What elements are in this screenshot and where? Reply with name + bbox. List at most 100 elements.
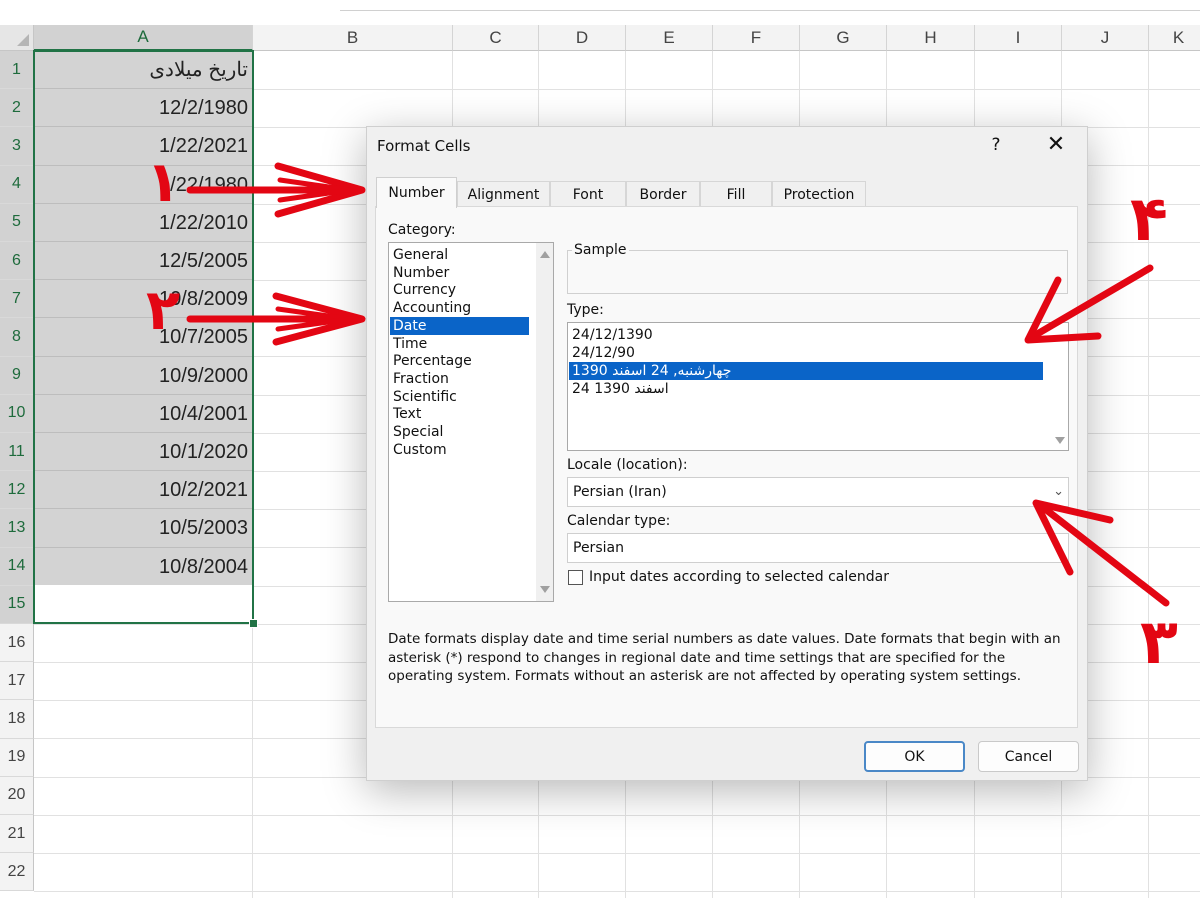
category-label: Category: [388, 222, 456, 238]
column-header-c[interactable]: C [453, 25, 539, 51]
gridline [34, 853, 1200, 854]
category-item-text[interactable]: Text [393, 405, 421, 423]
date-cell[interactable]: 10/9/2000 [34, 356, 252, 395]
help-button[interactable]: ? [989, 135, 1003, 155]
row-header-4[interactable]: 4 [0, 165, 34, 204]
ok-button[interactable]: OK [864, 741, 965, 772]
type-item[interactable]: 24/12/90 [572, 344, 635, 362]
select-all-icon [17, 34, 29, 46]
date-cell[interactable]: 10/4/2001 [34, 394, 252, 433]
category-item-currency[interactable]: Currency [393, 281, 456, 299]
chevron-down-icon[interactable]: ⌄ [1053, 534, 1064, 562]
date-cell[interactable]: 10/5/2003 [34, 509, 252, 548]
category-item-special[interactable]: Special [393, 423, 443, 441]
gridline [1148, 51, 1149, 898]
tab-protection[interactable]: Protection [772, 181, 866, 207]
type-item[interactable]: 24 اسفند 1390 [572, 380, 669, 398]
row-header-21[interactable]: 21 [0, 815, 34, 854]
date-cell[interactable]: 10/8/2009 [34, 280, 252, 319]
row-header-14[interactable]: 14 [0, 547, 34, 586]
category-item-date[interactable]: Date [390, 316, 529, 335]
row-header-9[interactable]: 9 [0, 356, 34, 395]
column-header-i[interactable]: I [975, 25, 1062, 51]
category-item-accounting[interactable]: Accounting [393, 299, 471, 317]
calendar-select[interactable]: Persian ⌄ [567, 533, 1069, 563]
scroll-down-icon[interactable] [1055, 437, 1065, 444]
column-header-e[interactable]: E [626, 25, 713, 51]
column-header-j[interactable]: J [1062, 25, 1149, 51]
row-header-15[interactable]: 15 [0, 585, 34, 624]
category-scrollbar[interactable] [536, 243, 553, 601]
column-header-a[interactable]: A [34, 25, 253, 51]
row-header-3[interactable]: 3 [0, 127, 34, 166]
date-cell[interactable]: 1/22/2010 [34, 203, 252, 242]
date-cell[interactable]: 12/5/2005 [34, 242, 252, 281]
category-item-scientific[interactable]: Scientific [393, 388, 457, 406]
locale-select[interactable]: Persian (Iran) ⌄ [567, 477, 1069, 507]
category-item-number[interactable]: Number [393, 264, 449, 282]
tab-font[interactable]: Font [550, 181, 626, 207]
date-cell[interactable]: 10/7/2005 [34, 318, 252, 357]
column-header-d[interactable]: D [539, 25, 626, 51]
scroll-up-icon[interactable] [540, 251, 550, 258]
row-header-18[interactable]: 18 [0, 700, 34, 739]
row-header-16[interactable]: 16 [0, 624, 34, 663]
category-item-percentage[interactable]: Percentage [393, 352, 472, 370]
row-header-10[interactable]: 10 [0, 394, 34, 433]
type-scrollbar[interactable] [1051, 323, 1068, 450]
category-item-general[interactable]: General [393, 246, 448, 264]
tab-border[interactable]: Border [626, 181, 700, 207]
date-cell[interactable]: 10/8/2004 [34, 547, 252, 586]
calendar-label: Calendar type: [567, 513, 671, 529]
tab-number[interactable]: Number [376, 177, 457, 208]
scroll-down-icon[interactable] [540, 586, 550, 593]
category-item-fraction[interactable]: Fraction [393, 370, 449, 388]
chevron-down-icon[interactable]: ⌄ [1053, 478, 1064, 506]
column-header-h[interactable]: H [887, 25, 975, 51]
row-header-1[interactable]: 1 [0, 51, 34, 90]
row-header-19[interactable]: 19 [0, 738, 34, 777]
input-dates-checkbox[interactable] [568, 570, 583, 585]
column-header-k[interactable]: K [1149, 25, 1200, 51]
tab-alignment[interactable]: Alignment [457, 181, 550, 207]
row-header-7[interactable]: 7 [0, 280, 34, 319]
tab-fill[interactable]: Fill [700, 181, 772, 207]
select-all-corner[interactable] [0, 25, 34, 51]
category-list[interactable]: General Number Currency Accounting Date Time P… [388, 242, 554, 602]
column-header-f[interactable]: F [713, 25, 800, 51]
formula-bar-edge [340, 0, 1200, 11]
row-header-5[interactable]: 5 [0, 203, 34, 242]
row-header-12[interactable]: 12 [0, 471, 34, 510]
cancel-button[interactable]: Cancel [978, 741, 1079, 772]
row-header-8[interactable]: 8 [0, 318, 34, 357]
category-item-custom[interactable]: Custom [393, 441, 447, 459]
close-button[interactable]: ✕ [1045, 132, 1067, 157]
type-item[interactable]: 24/12/1390 [572, 326, 653, 344]
fill-handle[interactable] [249, 619, 258, 628]
row-header-11[interactable]: 11 [0, 433, 34, 472]
category-item-time[interactable]: Time [393, 335, 427, 353]
row-header-17[interactable]: 17 [0, 662, 34, 701]
date-cell[interactable]: 1/22/2021 [34, 127, 252, 166]
date-cell[interactable]: 10/2/2021 [34, 471, 252, 510]
column-header-b[interactable]: B [253, 25, 453, 51]
gridline [34, 891, 1200, 893]
row-header-13[interactable]: 13 [0, 509, 34, 548]
type-label: Type: [567, 302, 604, 318]
row-header-6[interactable]: 6 [0, 242, 34, 281]
empty-cell-a15[interactable] [34, 585, 252, 624]
header-cell[interactable]: تاریخ میلادی [34, 51, 252, 90]
calendar-value: Persian [573, 540, 624, 556]
row-header-22[interactable]: 22 [0, 853, 34, 892]
type-item[interactable]: چهارشنبه, 24 اسفند 1390 [569, 362, 1043, 380]
type-list[interactable]: 24/12/1390 24/12/90 چهارشنبه, 24 اسفند 139… [567, 322, 1069, 451]
number-tab-panel: Category: General Number Currency Accountin… [375, 206, 1078, 728]
date-cell[interactable]: 10/1/2020 [34, 433, 252, 472]
format-description: Date formats display date and time seria… [388, 631, 1061, 684]
date-cell[interactable]: 12/2/1980 [34, 89, 252, 128]
sample-group [567, 250, 1068, 294]
date-cell[interactable]: 1/22/1980 [34, 165, 252, 204]
column-header-g[interactable]: G [800, 25, 887, 51]
row-header-20[interactable]: 20 [0, 776, 34, 815]
row-header-2[interactable]: 2 [0, 89, 34, 128]
